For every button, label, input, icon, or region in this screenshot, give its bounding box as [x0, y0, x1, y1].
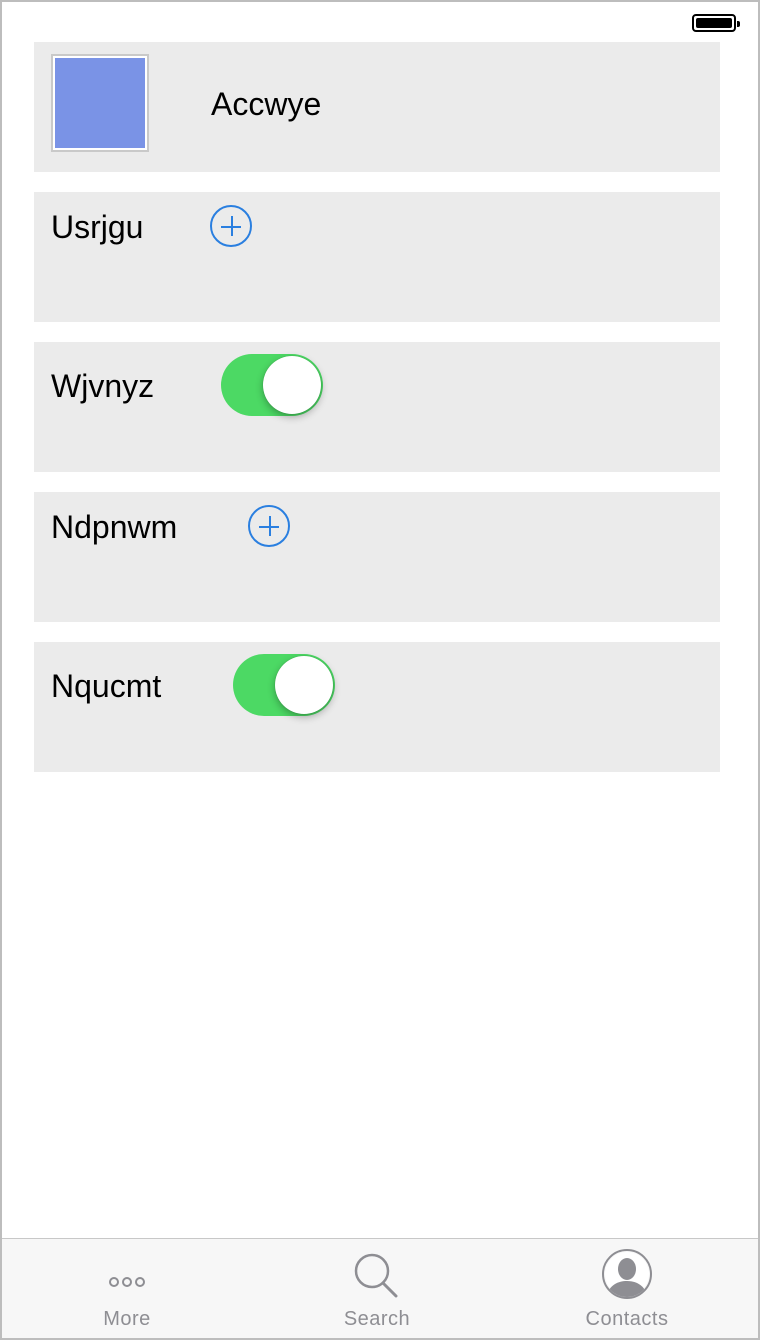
tab-contacts[interactable]: Contacts — [502, 1239, 752, 1338]
cell-label: Nqucmt — [51, 668, 162, 704]
list-item: Ndpnwm — [34, 492, 720, 622]
cell-label: Usrjgu — [51, 209, 144, 245]
tab-label: More — [103, 1308, 151, 1330]
list-item: Nqucmt — [34, 642, 720, 772]
cell-label: Ndpnwm — [51, 509, 178, 545]
more-icon — [109, 1277, 145, 1287]
toggle-switch[interactable] — [221, 354, 323, 416]
toggle-knob — [275, 656, 333, 714]
cell-label: Wjvnyz — [51, 368, 155, 404]
thumbnail-image — [51, 54, 149, 152]
search-icon — [354, 1253, 398, 1298]
tab-more[interactable]: More — [2, 1239, 252, 1338]
cell-label: Accwye — [211, 86, 322, 122]
tab-search[interactable]: Search — [252, 1239, 502, 1338]
list-item[interactable]: Accwye — [34, 42, 720, 172]
tab-label: Contacts — [585, 1308, 669, 1330]
add-icon[interactable] — [210, 205, 252, 247]
app-screen: Accwye Usrjgu Wjvnyz Ndpnwm Nqucmt More … — [0, 0, 760, 1340]
add-icon[interactable] — [248, 505, 290, 547]
toggle-switch[interactable] — [233, 654, 335, 716]
toggle-knob — [263, 356, 321, 414]
tab-label: Search — [343, 1308, 411, 1330]
battery-icon — [692, 14, 740, 32]
list-item: Usrjgu — [34, 192, 720, 322]
list-item: Wjvnyz — [34, 342, 720, 472]
contacts-icon — [602, 1249, 652, 1299]
tab-bar: More Search Contacts — [2, 1238, 758, 1338]
